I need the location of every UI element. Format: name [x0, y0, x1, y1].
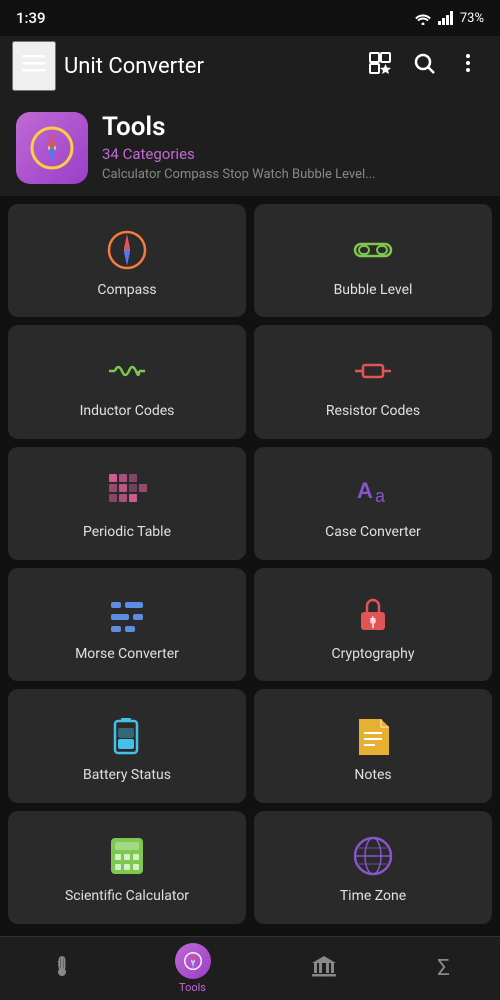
grid-item-compass[interactable]: Compass [8, 204, 246, 317]
case-converter-icon: Aa [351, 470, 395, 514]
svg-text:a: a [375, 486, 386, 506]
thermometer-icon [50, 954, 74, 984]
svg-text:A: A [357, 478, 373, 503]
header-title: Tools [102, 112, 376, 142]
favorites-button[interactable] [360, 43, 400, 89]
cryptography-label: Cryptography [331, 646, 414, 662]
morse-converter-label: Morse Converter [75, 646, 179, 662]
time-zone-icon [351, 834, 395, 878]
bubble-level-icon [351, 228, 395, 272]
top-bar: Unit Converter [0, 36, 500, 96]
status-time: 1:39 [16, 9, 46, 27]
resistor-codes-label: Resistor Codes [326, 403, 420, 419]
header-icon [16, 112, 88, 184]
inductor-codes-icon [105, 349, 149, 393]
grid-container: Compass Bubble Level Inductor Codes Resisto… [0, 196, 500, 932]
category-count: 34 Categories [102, 145, 376, 163]
nav-item-bank[interactable] [295, 948, 353, 990]
status-icons: 73% [414, 11, 484, 26]
nav-label-tools: Tools [179, 981, 206, 994]
grid-item-time-zone[interactable]: Time Zone [254, 811, 492, 924]
nav-item-sigma[interactable]: Σ [421, 950, 466, 987]
periodic-table-label: Periodic Table [83, 524, 171, 540]
grid-item-notes[interactable]: Notes [254, 689, 492, 802]
bottom-nav: Tools Σ [0, 936, 500, 1000]
notes-label: Notes [354, 767, 391, 783]
time-zone-label: Time Zone [340, 888, 406, 904]
grid-item-morse-converter[interactable]: Morse Converter [8, 568, 246, 681]
status-bar: 1:39 73% [0, 0, 500, 36]
nav-item-tools[interactable]: Tools [159, 937, 227, 1000]
header-subtitle: Calculator Compass Stop Watch Bubble Lev… [102, 167, 376, 182]
wifi-icon [414, 11, 432, 25]
bank-icon [311, 954, 337, 984]
svg-text:+: + [370, 614, 376, 625]
resistor-codes-icon [351, 349, 395, 393]
battery-status-icon [105, 713, 149, 757]
morse-converter-icon [105, 592, 149, 636]
grid-item-case-converter[interactable]: Aa Case Converter [254, 447, 492, 560]
grid-item-resistor-codes[interactable]: Resistor Codes [254, 325, 492, 438]
compass-label: Compass [97, 282, 156, 298]
battery-status-label: Battery Status [83, 767, 171, 783]
header-card: Tools 34 Categories Calculator Compass S… [0, 96, 500, 196]
bubble-level-label: Bubble Level [334, 282, 413, 298]
grid-item-periodic-table[interactable]: Periodic Table [8, 447, 246, 560]
compass-icon [105, 228, 149, 272]
case-converter-label: Case Converter [325, 524, 421, 540]
tools-icon [28, 124, 76, 172]
tools-nav-icon [175, 943, 211, 979]
grid-item-inductor-codes[interactable]: Inductor Codes [8, 325, 246, 438]
cryptography-icon: + [351, 592, 395, 636]
inductor-codes-label: Inductor Codes [80, 403, 175, 419]
periodic-table-icon [105, 470, 149, 514]
menu-button[interactable] [12, 41, 56, 91]
scientific-calculator-label: Scientific Calculator [65, 888, 189, 904]
battery-text: 73% [460, 11, 484, 26]
search-button[interactable] [404, 43, 444, 89]
grid-item-bubble-level[interactable]: Bubble Level [254, 204, 492, 317]
notes-icon [351, 713, 395, 757]
grid-item-battery-status[interactable]: Battery Status [8, 689, 246, 802]
more-button[interactable] [448, 43, 488, 89]
grid-item-cryptography[interactable]: + Cryptography [254, 568, 492, 681]
page-title: Unit Converter [64, 54, 360, 79]
header-text: Tools 34 Categories Calculator Compass S… [102, 112, 376, 182]
nav-item-thermometer[interactable] [34, 948, 90, 990]
signal-icon [438, 11, 454, 25]
grid-item-scientific-calculator[interactable]: Scientific Calculator [8, 811, 246, 924]
sigma-icon: Σ [437, 956, 450, 981]
scientific-calculator-icon [105, 834, 149, 878]
top-bar-actions [360, 43, 488, 89]
